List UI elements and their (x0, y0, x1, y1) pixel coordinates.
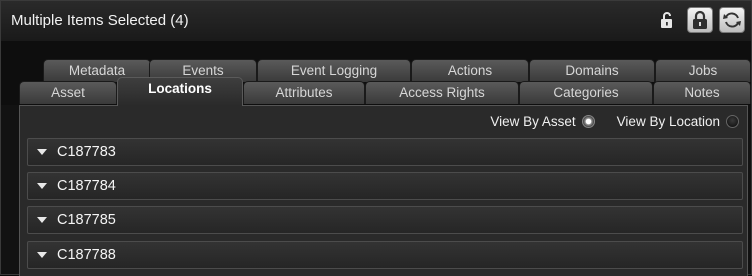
tab-jobs[interactable]: Jobs (655, 59, 751, 82)
lock-icon[interactable] (687, 7, 713, 33)
refresh-icon[interactable] (719, 7, 745, 33)
tab-row-top: Metadata Events Event Logging Actions Do… (1, 59, 751, 83)
location-row[interactable]: C187785 (27, 206, 743, 234)
header-icons (655, 7, 745, 33)
tab-notes[interactable]: Notes (653, 81, 751, 104)
tab-categories[interactable]: Categories (519, 81, 653, 104)
tab-domains[interactable]: Domains (529, 59, 655, 82)
expand-triangle-icon[interactable] (37, 217, 47, 223)
tab-strip: Metadata Events Event Logging Actions Do… (1, 41, 751, 106)
location-row-label: C187783 (57, 144, 116, 160)
view-by-location-label: View By Location (616, 114, 720, 129)
location-row-label: C187784 (57, 178, 116, 194)
view-by-location-radio[interactable] (726, 115, 739, 128)
tab-access-rights[interactable]: Access Rights (365, 81, 519, 104)
location-row[interactable]: C187783 (27, 138, 743, 166)
header-bar: Multiple Items Selected (4) (1, 1, 751, 42)
location-row[interactable]: C187784 (27, 172, 743, 200)
tab-locations[interactable]: Locations (117, 77, 243, 106)
location-row-label: C187785 (57, 212, 116, 228)
tab-attributes[interactable]: Attributes (243, 81, 365, 104)
location-row[interactable]: C187788 (27, 241, 743, 269)
view-by-asset-label: View By Asset (490, 114, 576, 129)
unlock-icon[interactable] (655, 7, 681, 33)
tab-asset[interactable]: Asset (19, 81, 117, 104)
locations-panel: View By Asset View By Location C187783 C… (19, 105, 748, 276)
expand-triangle-icon[interactable] (37, 252, 47, 258)
view-by-asset-radio[interactable] (581, 115, 595, 128)
page-title: Multiple Items Selected (4) (11, 12, 189, 29)
tab-row-bottom: Asset Locations Attributes Access Rights… (1, 77, 751, 106)
tab-actions[interactable]: Actions (411, 59, 529, 82)
window: Multiple Items Selected (4) Metadata Eve… (0, 0, 752, 276)
expand-triangle-icon[interactable] (37, 149, 47, 155)
view-options: View By Asset View By Location (490, 114, 739, 129)
tab-event-logging[interactable]: Event Logging (257, 59, 411, 82)
location-row-label: C187788 (57, 247, 116, 263)
expand-triangle-icon[interactable] (37, 183, 47, 189)
